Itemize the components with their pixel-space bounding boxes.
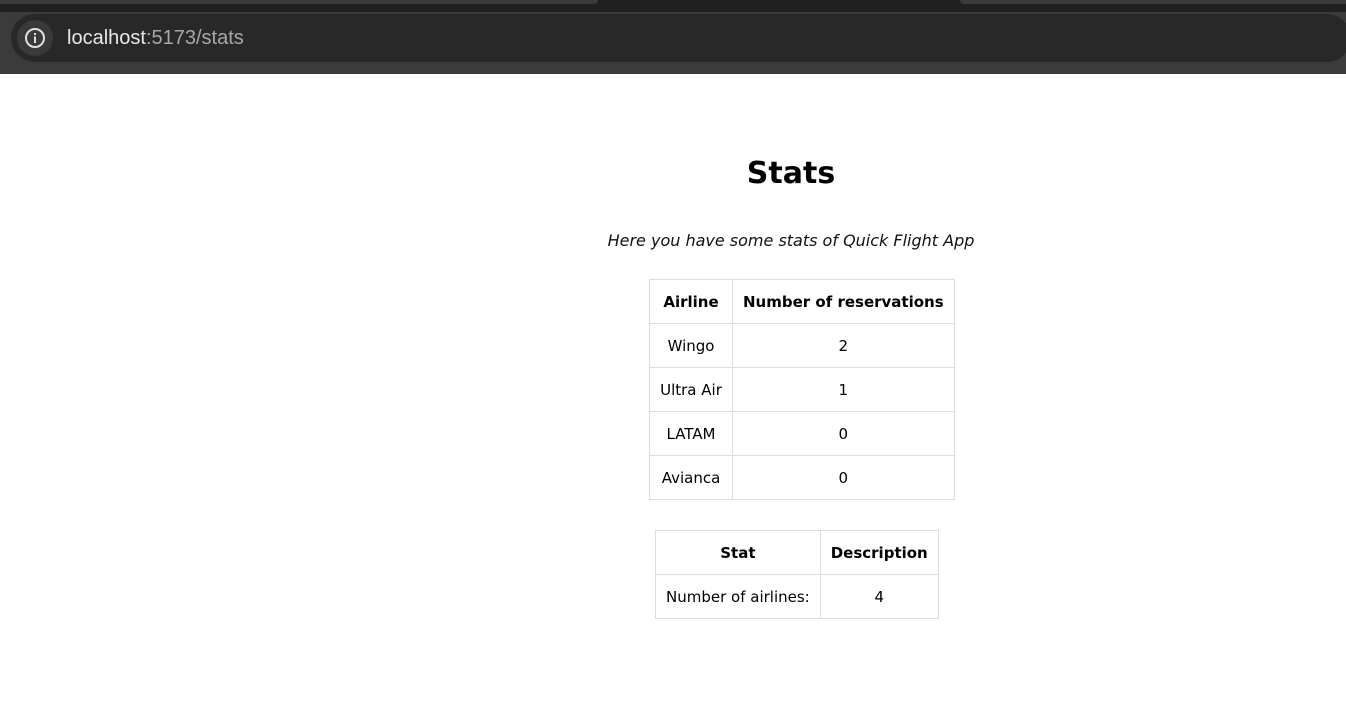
reservation-count: 0 [732, 411, 955, 456]
airline-name: Ultra Air [649, 367, 733, 412]
tab-strip [0, 0, 1346, 12]
stats-table: Stat Description Number of airlines: 4 [655, 530, 939, 619]
url-path: :5173/stats [145, 27, 244, 49]
page-subtitle: Here you have some stats of Quick Flight… [607, 231, 975, 250]
table-row: LATAM 0 [649, 411, 955, 456]
table-row: Wingo 2 [649, 323, 955, 368]
column-header-airline: Airline [649, 279, 733, 324]
reservation-count: 0 [732, 455, 955, 500]
browser-chrome: localhost:5173/stats [0, 0, 1346, 74]
airline-name: Avianca [649, 455, 733, 500]
reservation-count: 1 [732, 367, 955, 412]
page-title: Stats [746, 156, 836, 191]
table-header-row: Stat Description [655, 530, 939, 575]
info-icon [24, 27, 46, 49]
table-header-row: Airline Number of reservations [649, 279, 955, 324]
airline-name: Wingo [649, 323, 733, 368]
address-bar[interactable]: localhost:5173/stats [11, 14, 1346, 62]
stat-label: Number of airlines: [655, 574, 821, 619]
tab-right[interactable] [960, 0, 1346, 4]
column-header-description: Description [819, 530, 939, 575]
page-content: Stats Here you have some stats of Quick … [0, 74, 1346, 712]
airline-name: LATAM [649, 411, 733, 456]
site-info-button[interactable] [17, 20, 53, 56]
stat-value: 4 [819, 574, 939, 619]
column-header-reservations: Number of reservations [732, 279, 955, 324]
table-row: Number of airlines: 4 [655, 574, 939, 619]
airlines-table: Airline Number of reservations Wingo 2 U… [649, 279, 955, 500]
table-row: Avianca 0 [649, 455, 955, 500]
url-text[interactable]: localhost:5173/stats [67, 26, 244, 50]
browser-toolbar: localhost:5173/stats [0, 12, 1346, 74]
url-host: localhost [67, 27, 146, 49]
column-header-stat: Stat [655, 530, 821, 575]
table-row: Ultra Air 1 [649, 367, 955, 412]
tab-left[interactable] [0, 0, 598, 4]
reservation-count: 2 [732, 323, 955, 368]
